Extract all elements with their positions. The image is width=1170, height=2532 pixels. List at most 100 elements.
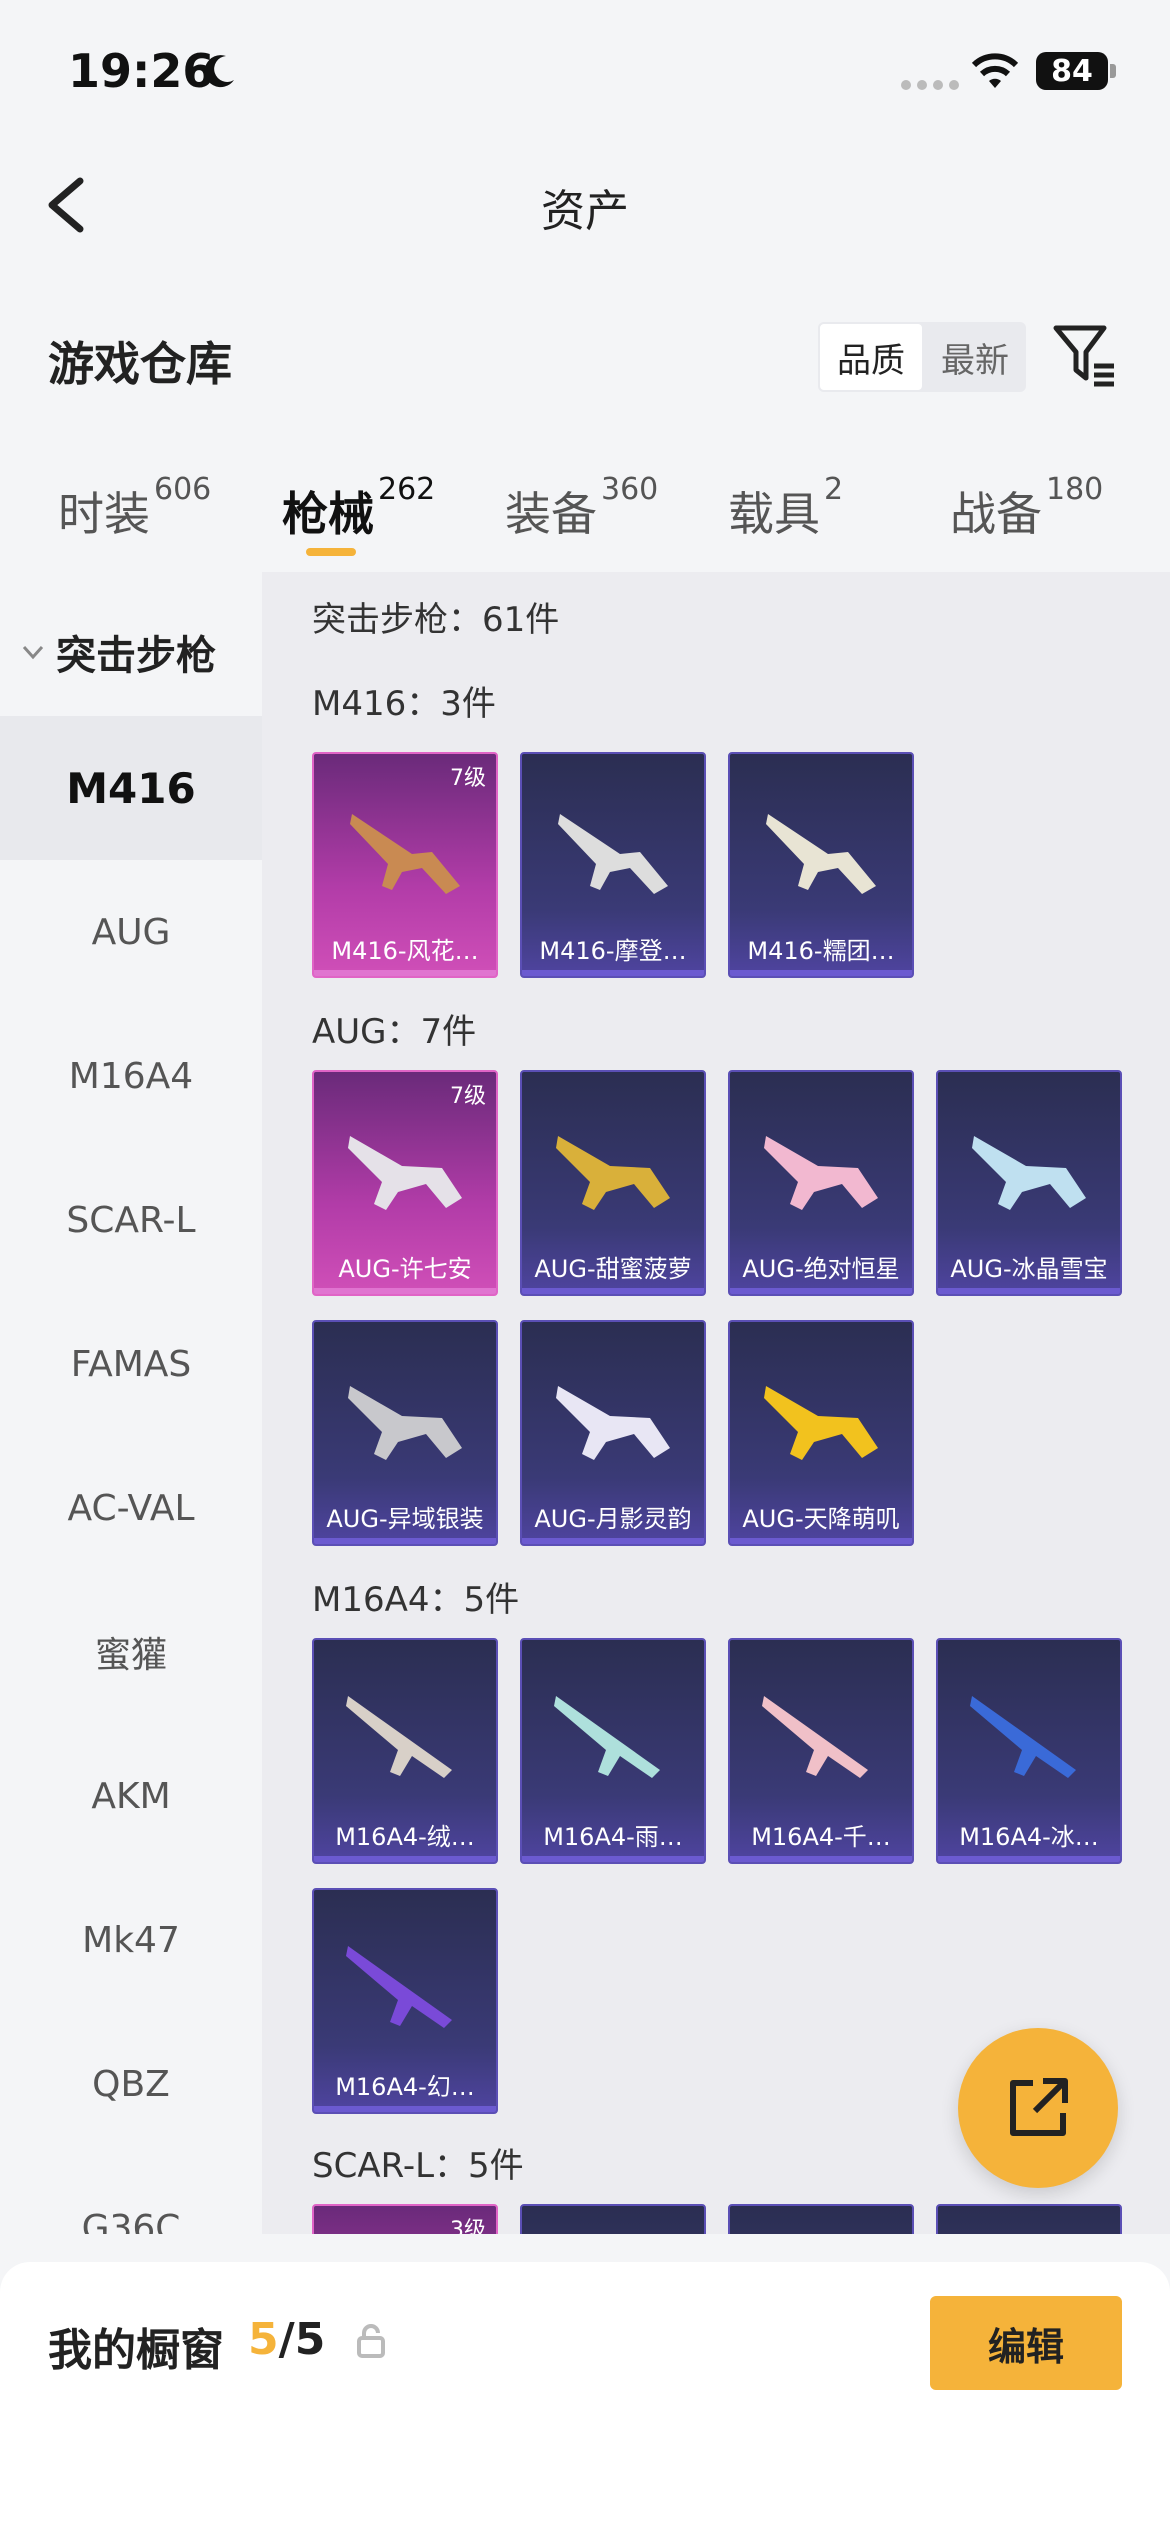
rarity-bar — [730, 1288, 912, 1294]
rarity-bar — [938, 1288, 1120, 1294]
lock-icon — [357, 2324, 385, 2358]
weapon-card[interactable]: M416-糯团… — [728, 752, 914, 978]
edit-button[interactable]: 编辑 — [930, 2296, 1122, 2390]
weapon-card[interactable]: AUG-绝对恒星 — [728, 1070, 914, 1296]
showcase-total: 5 — [294, 2314, 326, 2365]
sidebar-item-famas[interactable]: FAMAS — [0, 1292, 262, 1436]
weapon-name: AUG-绝对恒星 — [742, 1255, 900, 1283]
filter-icon[interactable] — [1050, 320, 1120, 390]
share-button[interactable] — [958, 2028, 1118, 2188]
rifle-icon — [556, 1386, 670, 1460]
weapon-name: AUG-许七安 — [338, 1255, 472, 1283]
weapon-level-badge: 7级 — [450, 766, 486, 791]
rarity-bar — [938, 1856, 1120, 1862]
sidebar-group-assault-rifles[interactable]: 突击步枪 — [0, 602, 262, 702]
weapon-card[interactable]: 7级 M416-风花… — [312, 752, 498, 978]
weapon-card[interactable]: 3级 — [312, 2204, 498, 2234]
weapon-card[interactable]: M16A4-幻… — [312, 1888, 498, 2114]
sidebar-item-g36c[interactable]: G36C — [0, 2156, 262, 2235]
tab-vehicles[interactable]: 载具 2 — [728, 472, 843, 544]
showcase-separator: / — [278, 2314, 295, 2365]
cellular-signal-icon — [901, 80, 959, 90]
group-title: AUG：7件 — [312, 1012, 477, 1052]
sidebar-item-m416[interactable]: M416 — [0, 716, 262, 860]
sidebar-item-honey-badger[interactable]: 蜜獾 — [0, 1580, 262, 1724]
rarity-bar — [730, 1856, 912, 1862]
weapon-card[interactable]: AUG-甜蜜菠萝 — [520, 1070, 706, 1296]
rifle-icon — [764, 1136, 878, 1210]
group-title: SCAR-L：5件 — [312, 2146, 524, 2186]
sort-latest-button[interactable]: 最新 — [924, 322, 1026, 392]
rarity-bar — [730, 970, 912, 976]
rarity-bar — [522, 1538, 704, 1544]
rifle-icon — [346, 1696, 452, 1778]
rifle-icon — [762, 1696, 868, 1778]
weapon-name: M16A4-千… — [751, 1823, 891, 1851]
rifle-icon — [558, 814, 668, 894]
share-icon — [1010, 2078, 1068, 2136]
battery-cap — [1110, 64, 1116, 78]
tab-label: 枪械 — [282, 487, 374, 541]
tab-count: 262 — [378, 472, 436, 507]
showcase-bar: 我的橱窗 5/5 编辑 — [0, 2262, 1170, 2532]
weapon-name: M16A4-冰… — [959, 1823, 1099, 1851]
sidebar-item-m16a4[interactable]: M16A4 — [0, 1004, 262, 1148]
tab-label: 装备 — [505, 487, 597, 541]
nav-bar: 资产 — [0, 150, 1170, 260]
weapon-card[interactable]: M16A4-冰… — [936, 1638, 1122, 1864]
tab-firearms[interactable]: 枪械 262 — [282, 472, 435, 544]
weapon-card[interactable]: AUG-冰晶雪宝 — [936, 1070, 1122, 1296]
weapon-card[interactable] — [520, 2204, 706, 2234]
weapon-name: AUG-天降萌叽 — [742, 1505, 900, 1533]
weapon-card[interactable]: M16A4-千… — [728, 1638, 914, 1864]
rarity-bar — [522, 1288, 704, 1294]
battery-level: 84 — [1036, 52, 1108, 90]
weapon-name: M416-摩登… — [539, 937, 687, 965]
showcase-label: 我的橱窗 — [48, 2325, 224, 2376]
status-bar: 19:26 84 — [0, 0, 1170, 140]
weapon-card[interactable] — [936, 2204, 1122, 2234]
tab-fashion[interactable]: 时装 606 — [58, 472, 211, 544]
weapon-card[interactable]: M16A4-雨… — [520, 1638, 706, 1864]
sidebar-item-akm[interactable]: AKM — [0, 1724, 262, 1868]
sidebar-item-aug[interactable]: AUG — [0, 860, 262, 1004]
sidebar-item-qbz[interactable]: QBZ — [0, 2012, 262, 2156]
rifle-icon — [970, 1696, 1076, 1778]
group-title: M16A4：5件 — [312, 1580, 520, 1620]
weapon-grid-panel: 突击步枪：61件 M416：3件 7级 M416-风花… M416-摩登… M4… — [262, 572, 1170, 2234]
weapon-card[interactable]: AUG-月影灵韵 — [520, 1320, 706, 1546]
category-total: 突击步枪：61件 — [312, 600, 560, 640]
rifle-icon — [972, 1136, 1086, 1210]
weapon-name: M416-风花… — [331, 937, 479, 965]
weapon-name: M16A4-幻… — [335, 2073, 475, 2101]
rifle-icon — [346, 1946, 452, 2028]
sidebar-item-ac-val[interactable]: AC-VAL — [0, 1436, 262, 1580]
category-tabs: 时装 606 枪械 262 装备 360 载具 2 战备 180 — [0, 460, 1170, 570]
weapon-card[interactable]: 7级 AUG-许七安 — [312, 1070, 498, 1296]
weapon-name: AUG-冰晶雪宝 — [950, 1255, 1108, 1283]
weapon-card[interactable]: M16A4-绒… — [312, 1638, 498, 1864]
weapon-level-badge: 7级 — [450, 1084, 486, 1109]
tab-label: 载具 — [728, 487, 820, 541]
weapon-level-badge: 3级 — [450, 2218, 486, 2234]
sort-quality-button[interactable]: 品质 — [818, 322, 924, 392]
weapon-sidebar: 突击步枪 M416 AUG M16A4 SCAR-L FAMAS AC-VAL … — [0, 572, 262, 2234]
sidebar-item-scar-l[interactable]: SCAR-L — [0, 1148, 262, 1292]
sort-toggle: 品质 最新 — [818, 322, 1026, 392]
weapon-name: AUG-甜蜜菠萝 — [534, 1255, 692, 1283]
rarity-bar — [314, 1856, 496, 1862]
tab-count: 606 — [154, 472, 212, 507]
weapon-card[interactable] — [728, 2204, 914, 2234]
weapon-card[interactable]: M416-摩登… — [520, 752, 706, 978]
tab-supplies[interactable]: 战备 180 — [950, 472, 1103, 544]
weapon-name: M416-糯团… — [747, 937, 895, 965]
sidebar-group-label: 突击步枪 — [56, 633, 216, 679]
rifle-icon — [766, 814, 876, 894]
status-time: 19:26 — [68, 44, 215, 98]
rarity-bar — [522, 1856, 704, 1862]
sidebar-item-mk47[interactable]: Mk47 — [0, 1868, 262, 2012]
weapon-card[interactable]: AUG-异域银装 — [312, 1320, 498, 1546]
tab-equipment[interactable]: 装备 360 — [505, 472, 658, 544]
weapon-card[interactable]: AUG-天降萌叽 — [728, 1320, 914, 1546]
rifle-icon — [554, 1696, 660, 1778]
